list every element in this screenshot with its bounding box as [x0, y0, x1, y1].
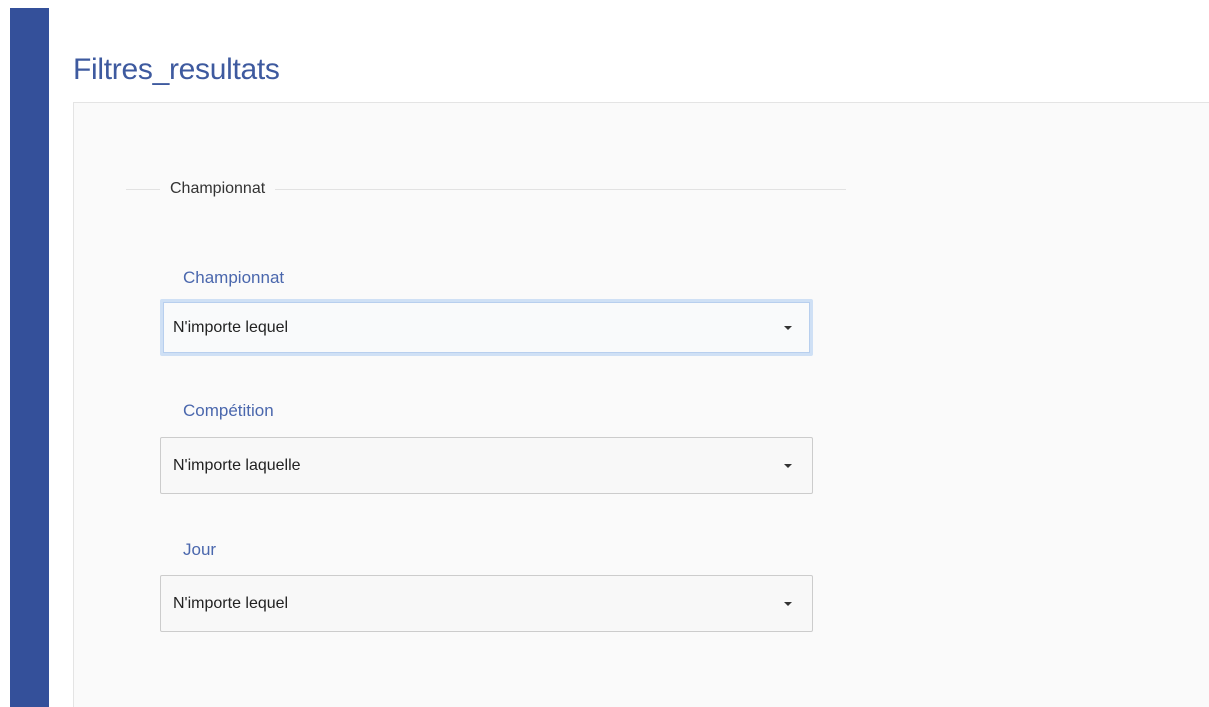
jour-select-value: N'importe lequel [173, 594, 289, 612]
jour-label: Jour [183, 540, 217, 559]
championnat-select[interactable]: N'importe lequel [160, 299, 813, 356]
fieldset-legend: Championnat [160, 177, 276, 201]
caret-down-icon [784, 325, 792, 330]
competition-label: Compétition [183, 401, 274, 420]
panel-title: Filtres_resultats [73, 53, 280, 86]
competition-select-value: N'importe laquelle [173, 456, 301, 474]
championnat-label: Championnat [183, 268, 285, 287]
page: Filtres_resultats Championnat Championna… [0, 0, 1209, 707]
caret-down-icon [784, 601, 792, 606]
competition-select[interactable]: N'importe laquelle [160, 437, 813, 494]
caret-down-icon [784, 463, 792, 468]
filter-panel: Championnat Championnat N'importe lequel… [73, 102, 1209, 707]
jour-select[interactable]: N'importe lequel [160, 575, 813, 632]
sidebar-strip [10, 8, 49, 707]
championnat-select-value: N'importe lequel [173, 318, 289, 336]
